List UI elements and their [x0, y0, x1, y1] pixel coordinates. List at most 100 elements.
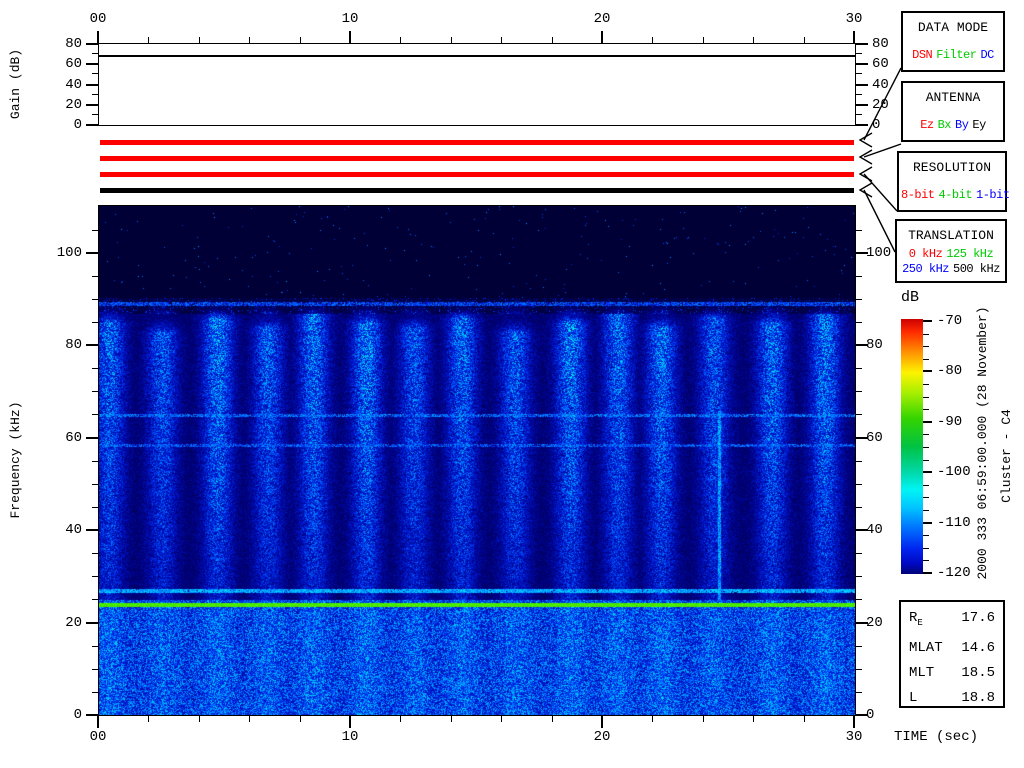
gain-tick-label-left: 0 [38, 117, 82, 133]
time-minor-tick-bottom [753, 716, 754, 722]
panel-translation-row-1: 250 kHz500 kHz [897, 262, 1005, 277]
time-minor-tick-top [300, 37, 301, 43]
gain-minor-tick-right [856, 53, 862, 54]
colorbar-major-tick [923, 522, 932, 524]
colorbar-minor-tick [923, 485, 929, 486]
gain-tick-label-left: 60 [38, 56, 82, 72]
freq-tick-label-left: 80 [38, 337, 82, 353]
freq-minor-tick-right [856, 414, 862, 415]
gain-major-tick-right [856, 63, 868, 65]
ephemeris-row-r: RE17.6 [901, 606, 1003, 636]
gain-tick-label-left: 80 [38, 36, 82, 52]
colorbar-major-tick [923, 572, 932, 574]
option-8-bit: 8-bit [901, 188, 935, 202]
option-by: By [955, 118, 968, 132]
time-tick-label-bottom: 10 [334, 729, 366, 745]
freq-minor-tick-left [92, 576, 98, 577]
freq-tick-label-right: 0 [866, 707, 906, 723]
freq-minor-tick-right [856, 230, 862, 231]
ephemeris-row-mlat: MLAT14.6 [901, 636, 1003, 661]
spectrogram-frame [98, 205, 856, 716]
time-major-tick-bottom [853, 716, 855, 728]
panel-antenna-row-0: Ez Bx By Ey [903, 118, 1003, 133]
gain-level-line [99, 55, 855, 57]
gain-minor-tick-left [92, 114, 98, 115]
gain-axis-label: Gain (dB) [8, 24, 24, 144]
option-filter: Filter [936, 48, 976, 62]
option-dc: DC [980, 48, 993, 62]
colorbar-title: dB [901, 290, 919, 306]
freq-minor-tick-left [92, 322, 98, 323]
freq-tick-label-right: 80 [866, 337, 906, 353]
freq-major-tick-left [86, 344, 98, 346]
colorbar-minor-tick [923, 434, 929, 435]
option-ey: Ey [972, 118, 985, 132]
time-minor-tick-top [199, 37, 200, 43]
option-125-khz: 125 kHz [946, 247, 993, 261]
ephemeris-label: MLT [909, 661, 934, 686]
freq-major-tick-left [86, 437, 98, 439]
freq-minor-tick-left [92, 391, 98, 392]
panel-resolution-row-0: 8-bit4-bit1-bit [899, 188, 1005, 203]
panel-resolution-options: 8-bit4-bit1-bit [899, 188, 1005, 203]
time-minor-tick-top [400, 37, 401, 43]
option-dsn: DSN [912, 48, 932, 62]
status-bar-resolution-bar [100, 172, 854, 177]
gain-major-tick-left [86, 84, 98, 86]
time-minor-tick-top [552, 37, 553, 43]
freq-minor-tick-right [856, 484, 862, 485]
option-bx: Bx [938, 118, 951, 132]
freq-tick-label-left: 60 [38, 430, 82, 446]
colorbar-tick-label: -120 [937, 565, 977, 581]
time-tick-label-top: 10 [334, 11, 366, 27]
time-tick-label-top: 00 [82, 11, 114, 27]
gain-minor-tick-left [92, 73, 98, 74]
panel-translation-row-0: 0 kHz125 kHz [897, 247, 1005, 262]
freq-minor-tick-left [92, 414, 98, 415]
gain-minor-tick-right [856, 94, 862, 95]
freq-minor-tick-right [856, 391, 862, 392]
option-4-bit: 4-bit [939, 188, 973, 202]
colorbar-tick-label: -90 [937, 414, 977, 430]
freq-minor-tick-left [92, 599, 98, 600]
panel-translation-options: 0 kHz125 kHz250 kHz500 kHz [897, 247, 1005, 277]
freq-minor-tick-left [92, 692, 98, 693]
panel-data-mode-title: DATA MODE [903, 20, 1003, 35]
colorbar-tick-label: -80 [937, 363, 977, 379]
freq-tick-label-right: 60 [866, 430, 906, 446]
time-minor-tick-top [501, 37, 502, 43]
ephemeris-row-l: L18.8 [901, 686, 1003, 711]
spacecraft-label: Cluster - C4 [999, 371, 1015, 541]
time-minor-tick-bottom [249, 716, 250, 722]
time-minor-tick-top [652, 37, 653, 43]
freq-minor-tick-right [856, 692, 862, 693]
panel-data-mode-options: DSN Filter DC [903, 48, 1003, 63]
freq-tick-label-left: 40 [38, 522, 82, 538]
panel-antenna-title: ANTENNA [903, 90, 1003, 105]
time-major-tick-top [601, 31, 603, 43]
option-ez: Ez [920, 118, 933, 132]
frequency-axis-label: Frequency (kHz) [8, 380, 24, 540]
freq-minor-tick-right [856, 646, 862, 647]
ephemeris-label: RE [909, 606, 923, 636]
panel-translation: TRANSLATION 0 kHz125 kHz250 kHz500 kHz [895, 219, 1007, 283]
freq-major-tick-left [86, 714, 98, 716]
colorbar-tick-label: -100 [937, 464, 977, 480]
panel-resolution: RESOLUTION 8-bit4-bit1-bit [897, 151, 1007, 212]
freq-major-tick-left [86, 529, 98, 531]
freq-tick-label-left: 100 [38, 245, 82, 261]
time-minor-tick-bottom [552, 716, 553, 722]
gain-major-tick-right [856, 43, 868, 45]
colorbar-minor-tick [923, 548, 929, 549]
colorbar-minor-tick [923, 397, 929, 398]
colorbar-tick-label: -70 [937, 313, 977, 329]
time-minor-tick-top [451, 37, 452, 43]
colorbar-minor-tick [923, 560, 929, 561]
freq-minor-tick-left [92, 553, 98, 554]
freq-minor-tick-right [856, 599, 862, 600]
status-bar-antenna-bar [100, 156, 854, 161]
gain-major-tick-right [856, 124, 868, 126]
freq-minor-tick-right [856, 461, 862, 462]
time-minor-tick-bottom [300, 716, 301, 722]
time-major-tick-bottom [97, 716, 99, 728]
